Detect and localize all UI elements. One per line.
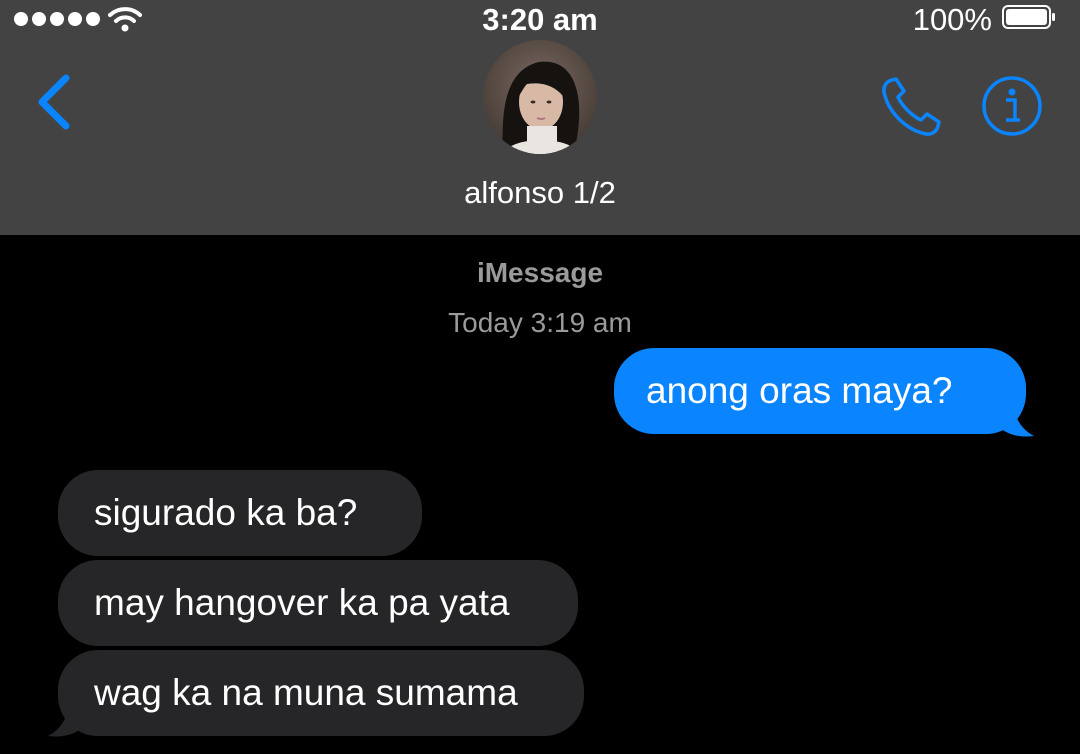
status-bar: 3:20 am 100%: [0, 0, 1080, 40]
battery-icon: [1002, 5, 1055, 29]
chevron-left-icon: [38, 74, 70, 130]
sent-message-bubble[interactable]: anong oras maya?: [614, 348, 1026, 434]
message-text: wag ka na muna sumama: [94, 672, 518, 713]
info-icon: [982, 76, 1042, 136]
received-message-bubble[interactable]: may hangover ka pa yata: [58, 560, 578, 646]
phone-icon: [882, 77, 941, 136]
sent-bubble-tail: [996, 404, 1034, 437]
service-label: iMessage: [476, 257, 604, 288]
conversation-header: 3:20 am 100% alfonso 1/2: [0, 0, 1080, 235]
received-bubble-tail: [48, 704, 86, 737]
audio-call-button[interactable]: [876, 72, 946, 142]
battery-percentage: 100%: [912, 2, 992, 37]
message-timestamp: Today 3:19 am: [448, 307, 632, 338]
message-text: anong oras maya?: [646, 370, 953, 411]
message-text: sigurado ka ba?: [94, 492, 358, 533]
received-message-bubble[interactable]: sigurado ka ba?: [58, 470, 422, 556]
received-message-bubble[interactable]: wag ka na muna sumama: [58, 650, 584, 736]
contact-name[interactable]: alfonso 1/2: [0, 173, 1080, 213]
avatar-photo: [483, 40, 597, 154]
contact-avatar[interactable]: [483, 40, 597, 154]
info-button[interactable]: [980, 74, 1044, 138]
messages-screen: 3:20 am 100% alfonso 1/2 iMessage Today …: [0, 0, 1080, 754]
back-button[interactable]: [28, 70, 84, 134]
message-text: may hangover ka pa yata: [94, 582, 510, 623]
